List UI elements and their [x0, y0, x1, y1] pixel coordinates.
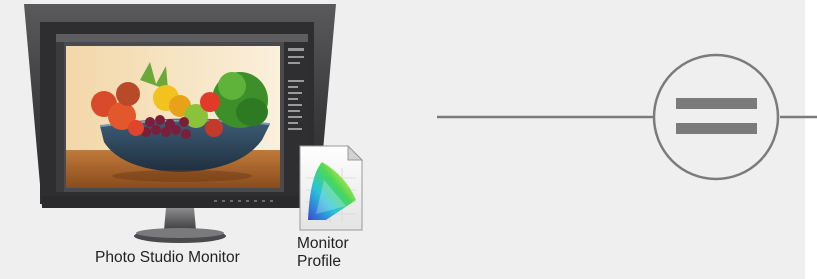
profile-label: Monitor Profile — [297, 235, 367, 271]
equals-connector — [437, 53, 817, 181]
equals-circle — [652, 53, 780, 181]
monitor-illustration — [24, 4, 336, 243]
monitor-label: Photo Studio Monitor — [95, 249, 240, 266]
fruit-photo — [66, 46, 280, 188]
profile-label-line2: Profile — [297, 253, 341, 270]
diagram-graphics — [24, 4, 817, 243]
profile-document-icon — [299, 144, 364, 231]
profile-label-line1: Monitor — [297, 235, 349, 252]
monitor-stand — [164, 208, 196, 230]
diagram: Photo Studio Monitor Monitor Profile — [0, 0, 817, 279]
